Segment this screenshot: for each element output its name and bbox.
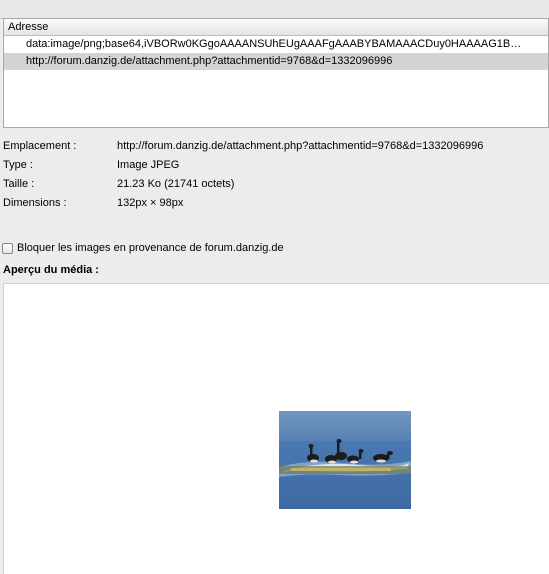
address-column-header[interactable]: Adresse [4,19,548,36]
size-value: 21.23 Ko (21741 octets) [117,178,235,190]
block-images-checkbox[interactable] [2,242,13,254]
dimensions-value: 132px × 98px [117,197,184,209]
location-value[interactable]: http://forum.danzig.de/attachment.php?at… [117,138,549,157]
dimensions-property: Dimensions : 132px × 98px [3,195,549,214]
address-row-selected[interactable]: http://forum.danzig.de/attachment.php?at… [4,53,548,70]
location-label: Emplacement : [3,140,77,152]
type-property: Type : Image JPEG [3,157,549,176]
dimensions-label: Dimensions : [3,197,67,209]
size-label: Taille : [3,178,35,190]
address-list[interactable]: Adresse data:image/png;base64,iVBORw0KGg… [3,18,549,128]
block-images-label[interactable]: Bloquer les images en provenance de foru… [17,242,284,254]
media-preview-pane [3,283,549,574]
type-label: Type : [3,159,33,171]
type-value: Image JPEG [117,159,180,171]
preview-image [279,411,411,509]
address-row[interactable]: data:image/png;base64,iVBORw0KGgoAAAANSU… [4,36,548,53]
media-properties: Emplacement : http://forum.danzig.de/att… [3,138,549,214]
size-property: Taille : 21.23 Ko (21741 octets) [3,176,549,195]
preview-title: Aperçu du média : [3,264,99,276]
window-top-strip [0,0,549,19]
block-images-option[interactable]: Bloquer les images en provenance de foru… [2,242,284,254]
location-property: Emplacement : http://forum.danzig.de/att… [3,138,549,157]
